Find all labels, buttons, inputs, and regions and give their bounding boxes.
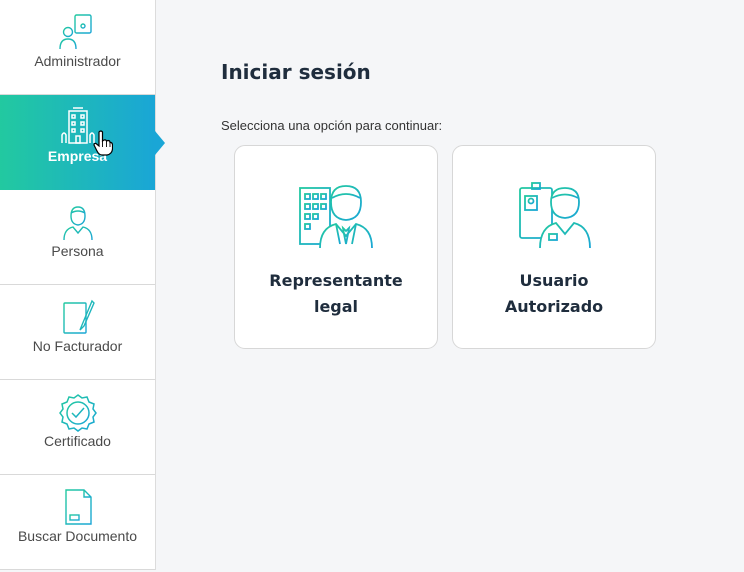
option-label: Usuario Autorizado <box>504 271 604 316</box>
option-representante-legal[interactable]: Representante legal <box>234 145 438 349</box>
sidebar-item-label: No Facturador <box>32 338 123 354</box>
certificate-icon <box>58 394 97 432</box>
sidebar-item-persona[interactable]: Persona <box>0 190 155 285</box>
active-item-pointer <box>155 131 165 155</box>
sidebar-item-label: Persona <box>51 243 104 259</box>
sidebar-item-no-facturador[interactable]: No Facturador <box>0 285 155 380</box>
sidebar: Administrador Empresa Persona No Factura… <box>0 0 156 570</box>
sidebar-item-label: Administrador <box>34 53 121 69</box>
search-document-icon <box>64 489 92 525</box>
option-usuario-autorizado[interactable]: Usuario Autorizado <box>452 145 656 349</box>
page-subtitle: Selecciona una opción para continuar: <box>221 118 443 133</box>
sidebar-item-buscar-documento[interactable]: Buscar Documento <box>0 475 155 570</box>
document-pen-icon <box>62 299 95 334</box>
person-icon <box>62 206 93 241</box>
option-label: Representante legal <box>269 271 403 316</box>
sidebar-item-label: Buscar Documento <box>17 528 138 544</box>
authorized-user-icon <box>519 182 591 249</box>
sidebar-item-label: Certificado <box>44 433 111 449</box>
hand-cursor-icon <box>93 130 113 156</box>
sidebar-item-label: Empresa <box>47 148 108 164</box>
building-icon <box>60 107 95 144</box>
page-title: Iniciar sesión <box>221 60 371 84</box>
sidebar-item-empresa[interactable]: Empresa <box>0 95 155 190</box>
sidebar-item-certificado[interactable]: Certificado <box>0 380 155 475</box>
sidebar-item-administrador[interactable]: Administrador <box>0 0 155 95</box>
administrator-icon <box>58 14 92 50</box>
legal-representative-icon <box>299 185 373 249</box>
